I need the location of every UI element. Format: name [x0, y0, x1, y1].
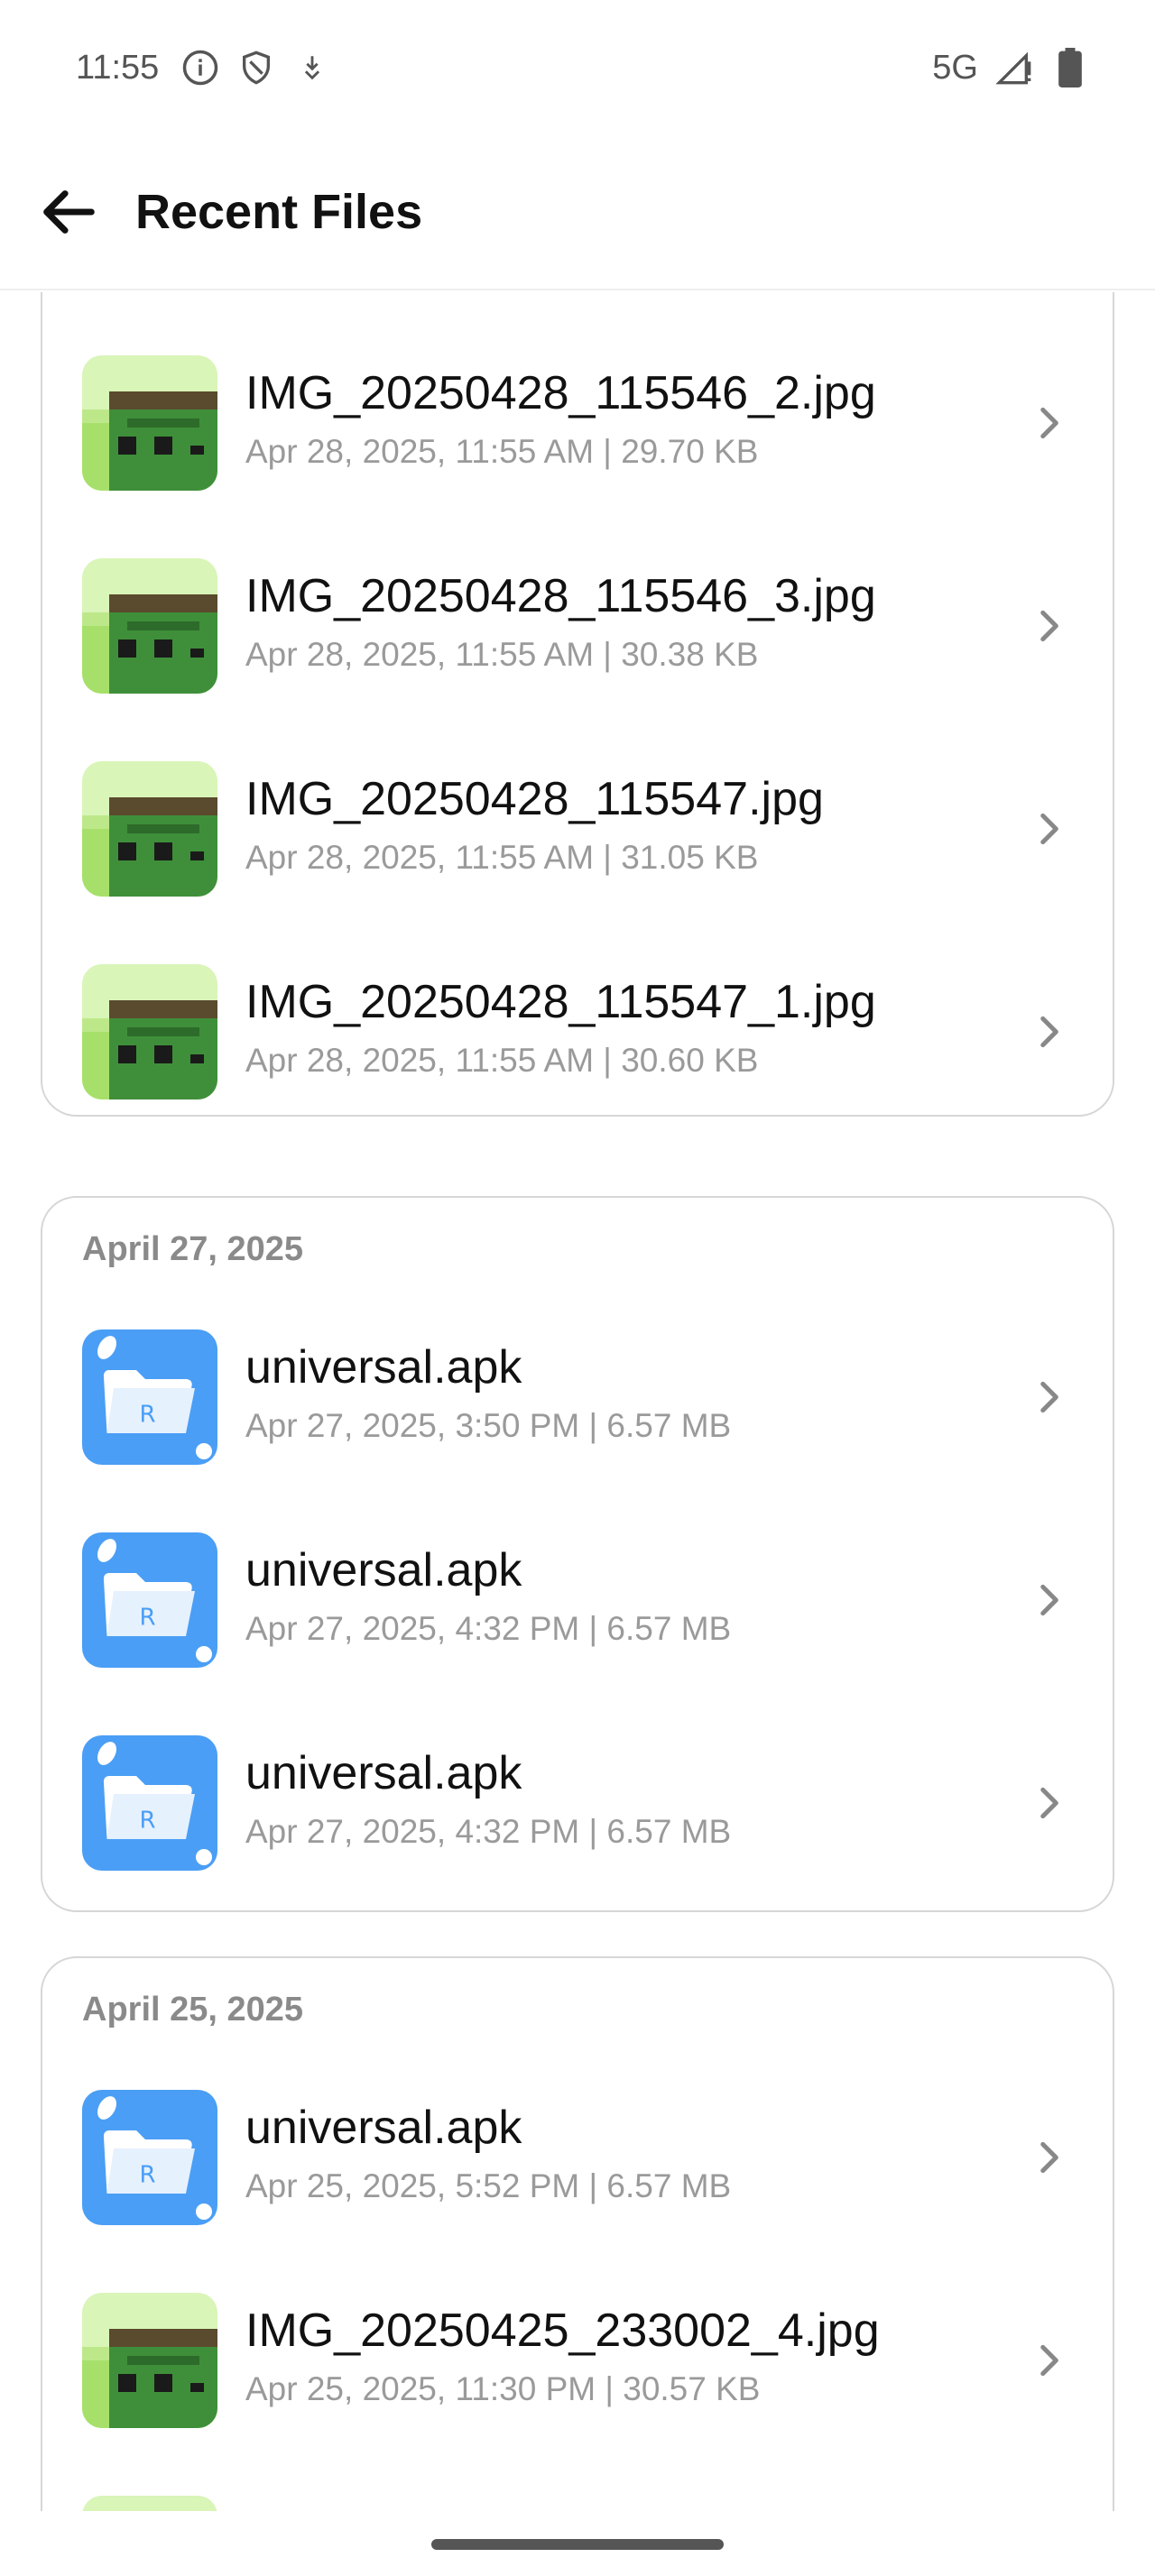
file-name: universal.apk	[245, 2102, 522, 2154]
chevron-right-icon	[1040, 813, 1058, 845]
chevron-right-icon	[1040, 1016, 1058, 1048]
apk-file-icon: R	[82, 1532, 217, 1668]
recent-files-list[interactable]: IMG_20250428_115546_2.jpg Apr 28, 2025, …	[0, 292, 1155, 2511]
svg-text:R: R	[139, 1605, 155, 1632]
status-right: 5G	[932, 48, 1090, 87]
chevron-right-icon	[1040, 610, 1058, 642]
back-button[interactable]	[34, 179, 101, 245]
arrow-left-icon	[43, 190, 95, 234]
file-name: IMG_20250428_115546_3.jpg	[245, 570, 876, 622]
image-thumbnail-icon	[82, 2496, 217, 2511]
svg-text:R: R	[139, 1808, 155, 1835]
svg-text:R: R	[139, 2162, 155, 2189]
apk-file-icon: R	[82, 1735, 217, 1871]
status-bar: 11:55 5G	[0, 0, 1155, 135]
image-thumbnail-icon	[82, 761, 217, 897]
download-icon	[292, 48, 332, 87]
home-indicator[interactable]	[431, 2539, 724, 2550]
chevron-right-icon	[1040, 1381, 1058, 1413]
chevron-right-icon	[1040, 2344, 1058, 2377]
file-name: universal.apk	[245, 1747, 522, 1799]
svg-text:R: R	[139, 1402, 155, 1429]
page-title: Recent Files	[135, 185, 423, 239]
signal-icon	[994, 48, 1034, 87]
group-date-header: April 25, 2025	[82, 1991, 304, 2029]
apk-file-icon: R	[82, 1329, 217, 1465]
chevron-right-icon	[1040, 1787, 1058, 1819]
list-item[interactable]: R universal.apk Apr 27, 2025, 4:32 PM | …	[42, 1701, 1116, 1904]
file-meta: Apr 25, 2025, 11:30 PM | 30.57 KB	[245, 2370, 761, 2407]
battery-icon	[1050, 48, 1090, 87]
file-name: IMG_20250428_115546_2.jpg	[245, 367, 876, 419]
chevron-right-icon	[1040, 407, 1058, 439]
info-icon	[180, 48, 220, 87]
network-type: 5G	[932, 48, 978, 87]
file-group: IMG_20250428_115546_2.jpg Apr 28, 2025, …	[41, 292, 1114, 1117]
file-name: IMG_20250425_233002_4.jpg	[245, 2305, 880, 2357]
file-meta: Apr 27, 2025, 3:50 PM | 6.57 MB	[245, 1407, 732, 1444]
app-bar: Recent Files	[0, 135, 1155, 290]
image-thumbnail-icon	[82, 2293, 217, 2428]
file-meta: Apr 27, 2025, 4:32 PM | 6.57 MB	[245, 1610, 732, 1647]
list-item[interactable]: IMG_20250428_115547.jpg Apr 28, 2025, 11…	[42, 727, 1116, 930]
list-item-partial[interactable]	[42, 2461, 1116, 2511]
file-meta: Apr 28, 2025, 11:55 AM | 30.38 KB	[245, 636, 759, 673]
file-group: April 25, 2025 R universal.apk Apr 25, 2…	[41, 1956, 1114, 2511]
file-name: universal.apk	[245, 1544, 522, 1596]
file-meta: Apr 28, 2025, 11:55 AM | 29.70 KB	[245, 433, 759, 470]
list-item[interactable]: IMG_20250428_115547_1.jpg Apr 28, 2025, …	[42, 930, 1116, 1133]
apk-file-icon: R	[82, 2090, 217, 2225]
status-left: 11:55	[76, 48, 332, 87]
chevron-right-icon	[1040, 1584, 1058, 1616]
list-item[interactable]: R universal.apk Apr 27, 2025, 3:50 PM | …	[42, 1295, 1116, 1498]
file-name: universal.apk	[245, 1341, 522, 1394]
list-item[interactable]: IMG_20250428_115546_3.jpg Apr 28, 2025, …	[42, 524, 1116, 727]
status-time: 11:55	[76, 48, 160, 87]
list-item[interactable]: R universal.apk Apr 27, 2025, 4:32 PM | …	[42, 1498, 1116, 1701]
image-thumbnail-icon	[82, 355, 217, 491]
file-meta: Apr 28, 2025, 11:55 AM | 31.05 KB	[245, 839, 759, 876]
file-meta: Apr 25, 2025, 5:52 PM | 6.57 MB	[245, 2167, 732, 2204]
file-meta: Apr 28, 2025, 11:55 AM | 30.60 KB	[245, 1042, 759, 1079]
list-item[interactable]: R universal.apk Apr 25, 2025, 5:52 PM | …	[42, 2056, 1116, 2259]
group-date-header: April 27, 2025	[82, 1230, 304, 1268]
shield-icon	[236, 48, 276, 87]
file-group: April 27, 2025 R universal.apk Apr 27, 2…	[41, 1196, 1114, 1912]
file-name: IMG_20250428_115547_1.jpg	[245, 976, 876, 1028]
list-item[interactable]: IMG_20250425_233002_4.jpg Apr 25, 2025, …	[42, 2259, 1116, 2461]
list-item[interactable]: IMG_20250428_115546_2.jpg Apr 28, 2025, …	[42, 321, 1116, 524]
chevron-right-icon	[1040, 2141, 1058, 2174]
image-thumbnail-icon	[82, 558, 217, 694]
file-name: IMG_20250428_115547.jpg	[245, 773, 824, 825]
image-thumbnail-icon	[82, 964, 217, 1099]
file-meta: Apr 27, 2025, 4:32 PM | 6.57 MB	[245, 1813, 732, 1850]
